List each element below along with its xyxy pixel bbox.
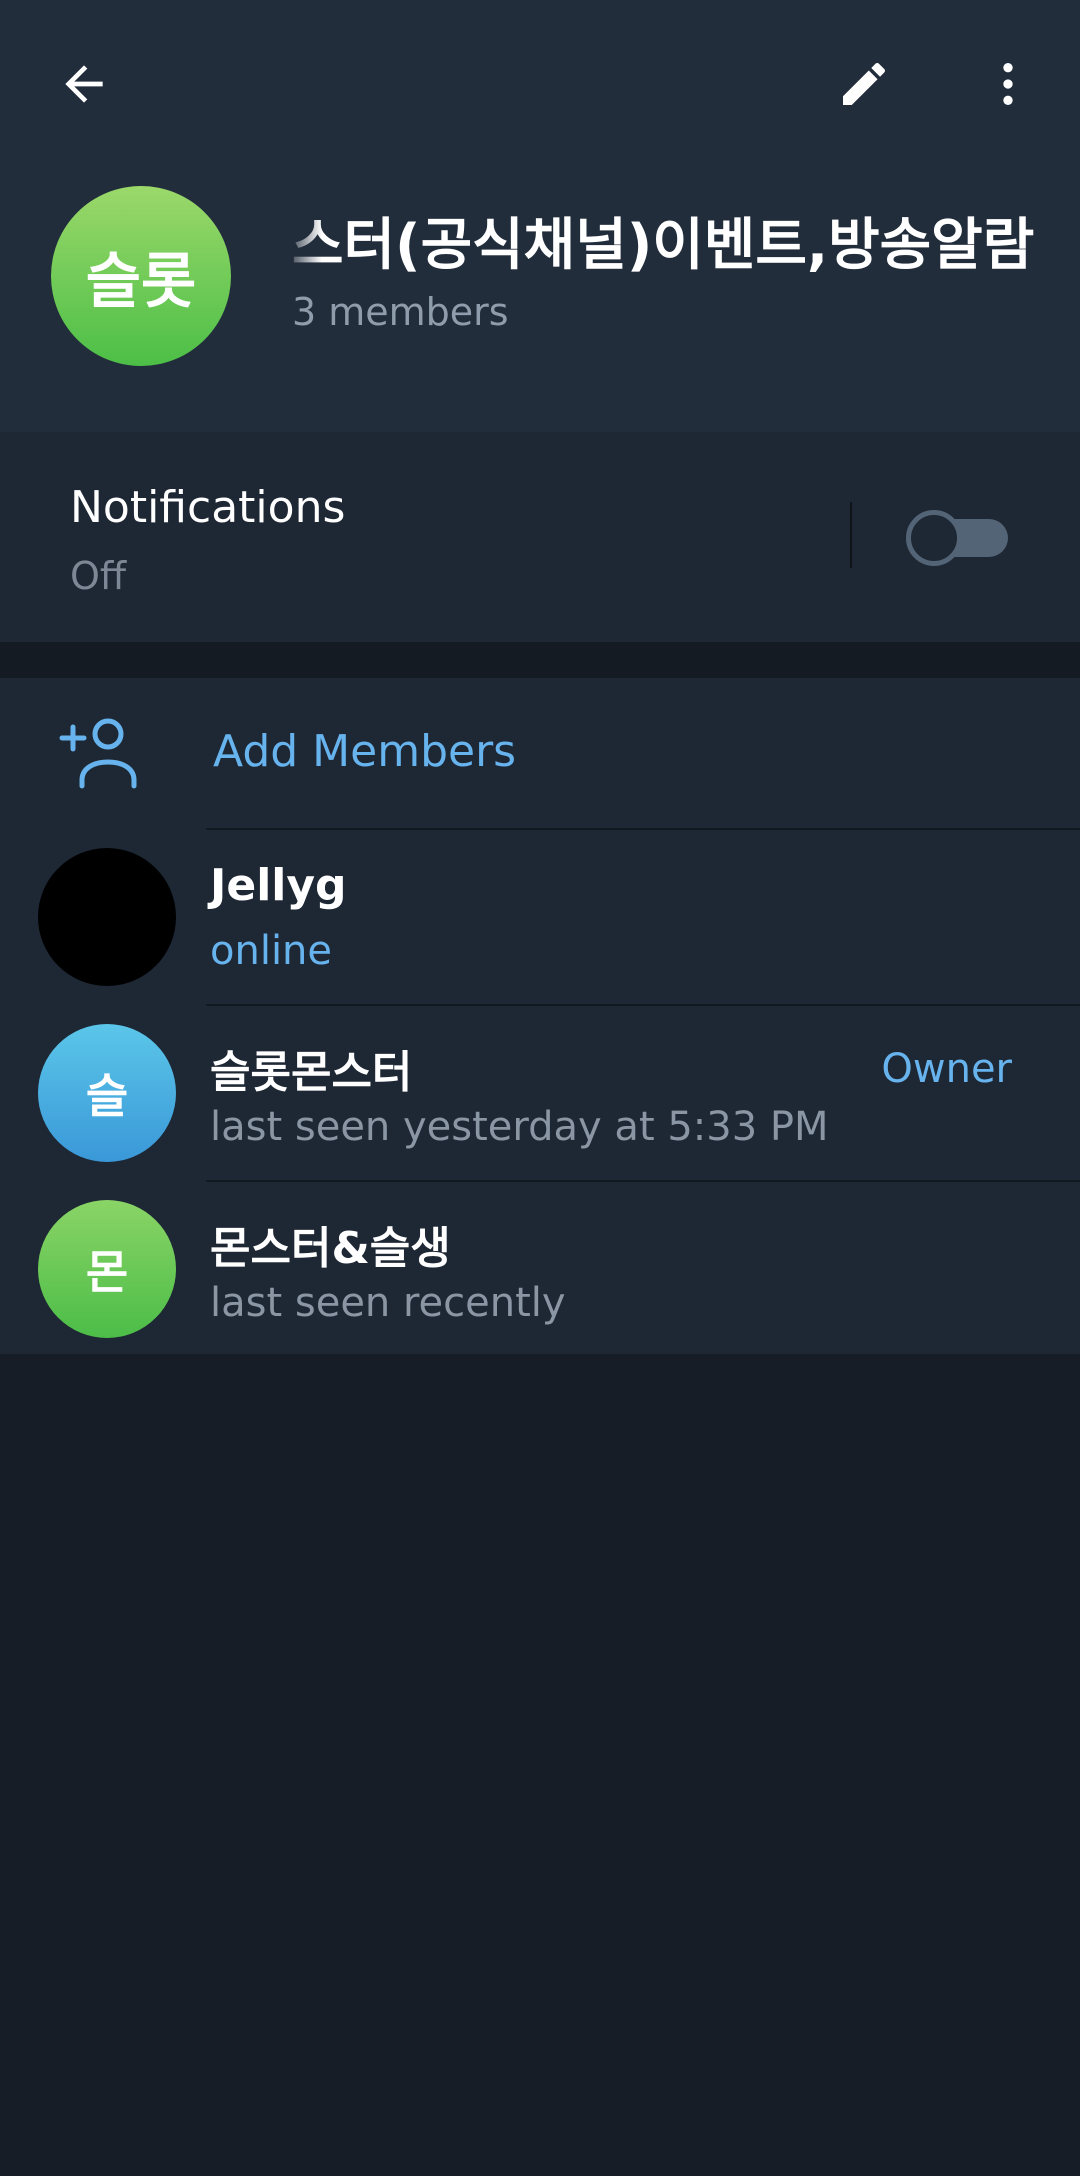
group-title: 스터(공식채널)이벤트,방송알람: [292, 213, 1035, 278]
avatar: 슬: [38, 1024, 176, 1162]
avatar-initial: 몬: [85, 1245, 129, 1299]
edit-button[interactable]: [816, 36, 912, 132]
member-status: online: [210, 928, 333, 974]
more-options-button[interactable]: [960, 36, 1056, 132]
member-row-owner[interactable]: 슬 슬롯몬스터 last seen yesterday at 5:33 PM O…: [0, 1006, 1080, 1180]
owner-badge: Owner: [881, 1046, 1012, 1092]
members-list: Add Members Jellyg online 슬 슬롯몬스터 last s…: [0, 678, 1080, 1354]
member-name: Jellyg: [210, 860, 347, 911]
member-status: last seen yesterday at 5:33 PM: [210, 1104, 829, 1150]
section-divider: [0, 642, 1080, 678]
group-avatar[interactable]: 슬롯: [51, 186, 231, 366]
group-avatar-initials: 슬롯: [85, 246, 197, 317]
notifications-row[interactable]: Notifications Off: [0, 432, 1080, 642]
avatar-initial: 슬: [85, 1069, 129, 1123]
member-row-3[interactable]: 몬 몬스터&슬생 last seen recently: [0, 1182, 1080, 1356]
more-vertical-icon: [1003, 63, 1013, 105]
notifications-label: Notifications: [70, 482, 346, 533]
pencil-icon: [843, 62, 886, 105]
notifications-divider: [850, 502, 852, 568]
notifications-value: Off: [70, 554, 127, 598]
arrow-left-icon: [65, 65, 103, 103]
toggle-knob: [906, 510, 962, 566]
members-count: 3 members: [292, 290, 509, 334]
back-button[interactable]: [36, 36, 132, 132]
member-status: last seen recently: [210, 1280, 566, 1326]
notifications-toggle[interactable]: [906, 508, 1008, 568]
avatar: [38, 848, 176, 986]
avatar: 몬: [38, 1200, 176, 1338]
add-members-button[interactable]: Add Members: [0, 678, 1080, 828]
add-person-icon: [59, 718, 137, 789]
profile-header: 슬롯 스터(공식채널)이벤트,방송알람 3 members: [0, 0, 1080, 432]
add-members-label: Add Members: [213, 726, 517, 777]
member-name: 몬스터&슬생: [210, 1223, 451, 1274]
member-name: 슬롯몬스터: [210, 1047, 413, 1098]
member-row-jellyg[interactable]: Jellyg online: [0, 830, 1080, 1004]
